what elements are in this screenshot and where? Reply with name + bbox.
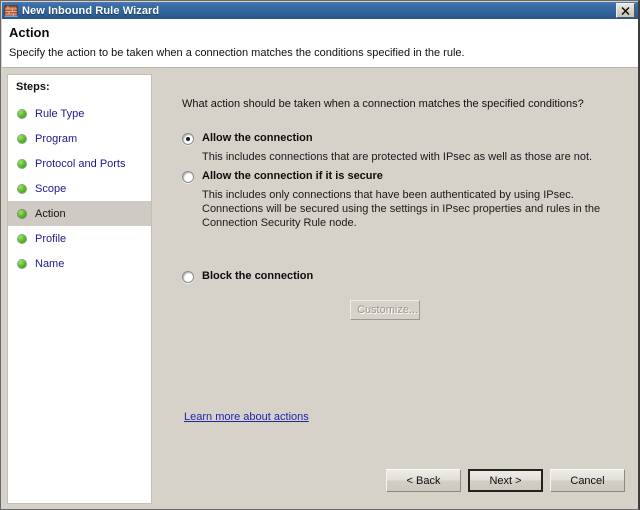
radio-block-the-connection[interactable] — [182, 271, 194, 283]
sidebar-item-label: Name — [35, 257, 65, 270]
step-bullet-icon — [18, 259, 26, 268]
sidebar-item-protocol-and-ports[interactable]: Protocol and Ports — [8, 151, 151, 176]
sidebar-item-action[interactable]: Action — [8, 201, 151, 226]
option-block-the-connection[interactable]: Block the connection — [182, 270, 612, 283]
step-bullet-icon — [18, 234, 26, 243]
firewall-brick-icon — [4, 4, 18, 18]
sidebar-item-program[interactable]: Program — [8, 126, 151, 151]
sidebar-item-name[interactable]: Name — [8, 251, 151, 276]
step-bullet-icon — [18, 109, 26, 118]
option-allow-the-connection[interactable]: Allow the connection This includes conne… — [182, 132, 612, 164]
option-allow-secure-header[interactable]: Allow the connection if it is secure — [182, 170, 612, 183]
step-bullet-icon — [18, 184, 26, 193]
new-inbound-rule-wizard-window: New Inbound Rule Wizard Action Specify t… — [0, 0, 640, 510]
page-subtitle: Specify the action to be taken when a co… — [9, 47, 465, 59]
next-button[interactable]: Next > — [468, 469, 543, 492]
option-allow-title: Allow the connection — [202, 132, 313, 144]
window-titlebar: New Inbound Rule Wizard — [2, 2, 638, 19]
sidebar-item-label: Rule Type — [35, 107, 85, 120]
sidebar-item-label: Protocol and Ports — [35, 157, 126, 170]
page-title: Action — [9, 25, 50, 40]
option-allow-secure-description: This includes only connections that have… — [202, 189, 601, 229]
sidebar-item-label: Action — [35, 207, 66, 220]
wizard-content-panel: What action should be taken when a conne… — [155, 70, 638, 509]
steps-sidebar: Steps: Rule Type Program Protocol and Po… — [7, 74, 152, 504]
wizard-button-bar: < Back Next > Cancel — [155, 465, 638, 499]
sidebar-item-label: Scope — [35, 182, 67, 195]
sidebar-item-label: Profile — [35, 232, 67, 245]
option-allow-secure-title: Allow the connection if it is secure — [202, 170, 383, 182]
sidebar-item-profile[interactable]: Profile — [8, 226, 151, 251]
wizard-header: Action Specify the action to be taken wh… — [2, 19, 638, 68]
window-title: New Inbound Rule Wizard — [22, 4, 160, 17]
action-prompt: What action should be taken when a conne… — [182, 98, 584, 110]
option-allow-description: This includes connections that are prote… — [202, 151, 593, 163]
sidebar-item-label: Program — [35, 132, 78, 145]
back-button[interactable]: < Back — [386, 469, 461, 492]
step-bullet-icon — [18, 209, 26, 218]
steps-list: Rule Type Program Protocol and Ports Sco… — [8, 101, 151, 276]
option-allow-header[interactable]: Allow the connection — [182, 132, 612, 145]
customize-button[interactable]: Customize... — [350, 300, 420, 320]
radio-allow-the-connection[interactable] — [182, 133, 194, 145]
cancel-button[interactable]: Cancel — [550, 469, 625, 492]
close-icon[interactable] — [616, 3, 635, 18]
sidebar-item-rule-type[interactable]: Rule Type — [8, 101, 151, 126]
radio-allow-the-connection-if-it-is-secure[interactable] — [182, 171, 194, 183]
learn-more-about-actions-link[interactable]: Learn more about actions — [184, 411, 309, 423]
steps-heading: Steps: — [16, 81, 50, 93]
step-bullet-icon — [18, 159, 26, 168]
option-block-title: Block the connection — [202, 270, 314, 282]
option-block-header[interactable]: Block the connection — [182, 270, 612, 283]
option-allow-if-secure[interactable]: Allow the connection if it is secure Thi… — [182, 170, 612, 230]
sidebar-item-scope[interactable]: Scope — [8, 176, 151, 201]
step-bullet-icon — [18, 134, 26, 143]
